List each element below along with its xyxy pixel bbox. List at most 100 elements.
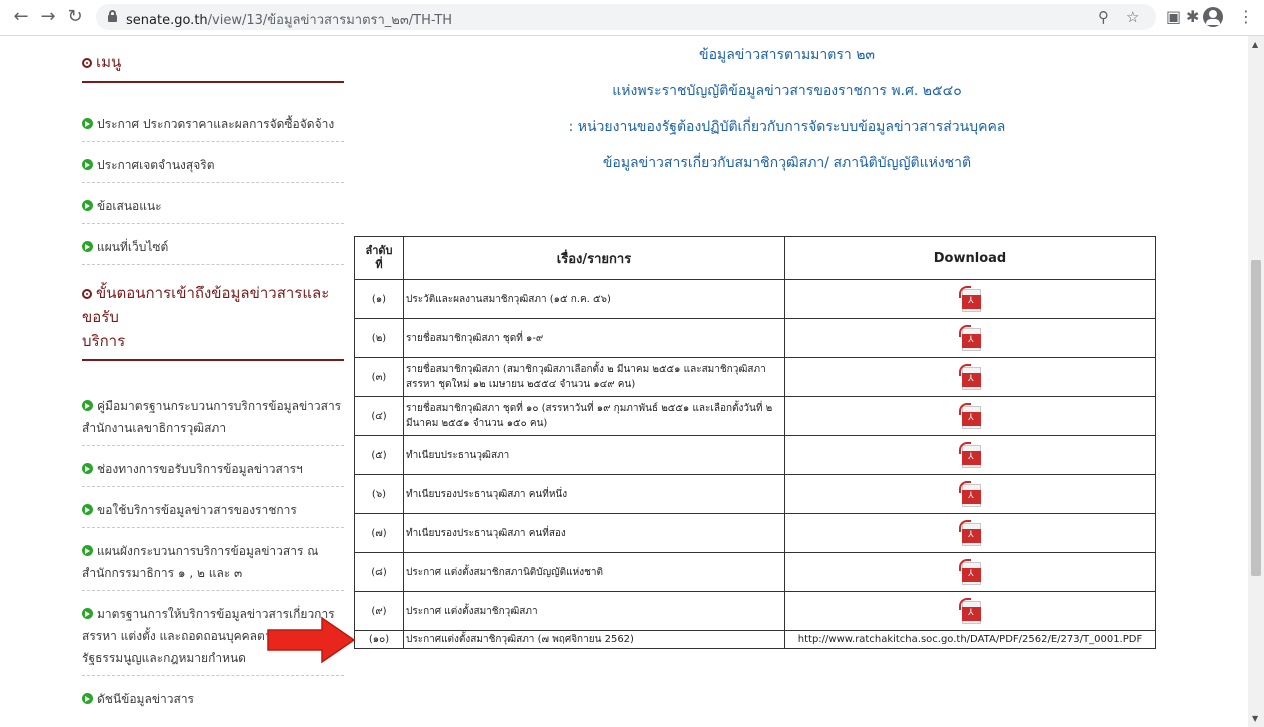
vertical-scrollbar[interactable]: ▲ ▼ [1248, 36, 1264, 727]
info-table: ลำดับ ที่ เรื่อง/รายการ Download (๑) ประวั… [354, 236, 1156, 649]
row-title[interactable]: ประกาศ แต่งตั้งสมาชิกวุฒิสภา [403, 591, 785, 631]
pdf-file-icon[interactable]: ⅄ [959, 442, 981, 468]
red-arrow-icon [267, 616, 356, 664]
row-title[interactable]: ทำเนียบรองประธานวุฒิสภา คนที่สอง [403, 513, 785, 553]
page-subtitle: แห่งพระราชบัญญัติข้อมูลข่าวสารของราชการ … [612, 83, 962, 99]
green-arrow-icon [82, 118, 93, 129]
green-arrow-icon [82, 693, 93, 704]
browser-toolbar: ← → ↻ senate.go.th/view/13/ข้อมูลข่าวสาร… [0, 0, 1264, 36]
download-cell: ⅄ [784, 357, 1156, 397]
green-arrow-icon [82, 241, 93, 252]
download-link[interactable]: http://www.ratchakitcha.soc.go.th/DATA/P… [784, 630, 1156, 649]
puzzle-extensions-icon[interactable]: ✱ [1186, 6, 1199, 28]
scrollbar-thumb[interactable] [1251, 260, 1261, 576]
row-number: (๕) [354, 435, 404, 475]
sidebar-item-service-manual[interactable]: คู่มือมาตรฐานกระบวนการบริการข้อมูลข่าวสา… [82, 383, 344, 446]
row-title[interactable]: รายชื่อสมาชิกวุฒิสภา ชุดที่ ๑๐ (สรรหาวัน… [403, 396, 785, 436]
row-number: (๘) [354, 552, 404, 592]
table-row: (๖) ทำเนียบรองประธานวุฒิสภา คนที่หนึ่ง ⅄ [354, 474, 1156, 514]
download-cell: ⅄ [784, 513, 1156, 553]
extension-icon[interactable]: ▣ [1166, 6, 1181, 28]
row-title[interactable]: ทำเนียบรองประธานวุฒิสภา คนที่หนึ่ง [403, 474, 785, 514]
row-number: (๙) [354, 591, 404, 631]
zoom-icon[interactable]: ⚲ [1098, 9, 1109, 25]
pdf-file-icon[interactable]: ⅄ [959, 559, 981, 585]
row-number: (๗) [354, 513, 404, 553]
download-cell: ⅄ [784, 552, 1156, 592]
sidebar-item-suggestions[interactable]: ข้อเสนอแนะ [82, 183, 344, 224]
sidebar-item-sitemap[interactable]: แผนที่เว็บไซต์ [82, 224, 344, 265]
green-arrow-icon [82, 545, 93, 556]
pdf-file-icon[interactable]: ⅄ [959, 481, 981, 507]
table-body: (๑) ประวัติและผลงานสมาชิกวุฒิสภา (๑๕ ก.ค.… [354, 279, 1156, 649]
page-subtitle: : หน่วยงานของรัฐต้องปฏิบัติเกี่ยวกับการจ… [568, 119, 1006, 135]
reload-icon[interactable]: ↻ [64, 6, 86, 28]
page-subtitle: ข้อมูลข่าวสารเกี่ยวกับสมาชิกวุฒิสภา/ สภา… [602, 155, 972, 171]
section-heading: ขั้นตอนการเข้าถึงข้อมูลข่าวสารและขอรับ บ… [82, 281, 344, 361]
address-bar[interactable]: senate.go.th/view/13/ข้อมูลข่าวสารมาตรา_… [96, 4, 1156, 30]
column-header-seq: ลำดับ ที่ [354, 236, 404, 280]
download-cell: ⅄ [784, 318, 1156, 358]
url-text[interactable]: senate.go.th/view/13/ข้อมูลข่าวสารมาตรา_… [126, 9, 452, 30]
green-arrow-icon [82, 159, 93, 170]
green-arrow-icon [82, 504, 93, 515]
row-title[interactable]: รายชื่อสมาชิกวุฒิสภา ชุดที่ ๑-๙ [403, 318, 785, 358]
table-row: (๒) รายชื่อสมาชิกวุฒิสภา ชุดที่ ๑-๙ ⅄ [354, 318, 1156, 358]
table-row: (๙) ประกาศ แต่งตั้งสมาชิกวุฒิสภา ⅄ [354, 591, 1156, 631]
profile-avatar-icon[interactable] [1203, 7, 1223, 27]
table-row: (๗) ทำเนียบรองประธานวุฒิสภา คนที่สอง ⅄ [354, 513, 1156, 553]
forward-icon[interactable]: → [37, 6, 59, 28]
scroll-down-icon[interactable]: ▼ [1252, 714, 1258, 723]
target-circle-icon [82, 289, 92, 299]
scroll-up-icon[interactable]: ▲ [1252, 40, 1258, 49]
pdf-file-icon[interactable]: ⅄ [959, 364, 981, 390]
green-arrow-icon [82, 463, 93, 474]
download-cell: ⅄ [784, 396, 1156, 436]
column-header-title: เรื่อง/รายการ [403, 236, 785, 280]
table-row: (๕) ทำเนียบประธานวุฒิสภา ⅄ [354, 435, 1156, 475]
table-row: (๑๐) ประกาศแต่งตั้งสมาชิกวุฒิสภา (๗ พฤศจิ… [354, 630, 1156, 649]
table-header-row: ลำดับ ที่ เรื่อง/รายการ Download [354, 236, 1156, 280]
sidebar-item-integrity[interactable]: ประกาศเจตจำนงสุจริต [82, 142, 344, 183]
pdf-file-icon[interactable]: ⅄ [959, 598, 981, 624]
row-number: (๖) [354, 474, 404, 514]
page-title: ข้อมูลข่าวสารตามมาตรา ๒๓ [699, 47, 875, 63]
row-number: (๓) [354, 357, 404, 397]
table-row: (๓) รายชื่อสมาชิกวุฒิสภา (สมาชิกวุฒิสภาเล… [354, 357, 1156, 397]
table-row: (๑) ประวัติและผลงานสมาชิกวุฒิสภา (๑๕ ก.ค.… [354, 279, 1156, 319]
sidebar-item-index[interactable]: ดัชนีข้อมูลข่าวสาร [82, 676, 344, 716]
back-icon[interactable]: ← [10, 6, 32, 28]
sidebar-item-service-channels[interactable]: ช่องทางการขอรับบริการข้อมูลข่าวสารฯ [82, 446, 344, 487]
sidebar: เมนู ประกาศ ประกวดราคาและผลการจัดซื้อจัด… [82, 36, 344, 716]
pdf-file-icon[interactable]: ⅄ [959, 520, 981, 546]
green-arrow-icon [82, 200, 93, 211]
pdf-file-icon[interactable]: ⅄ [959, 286, 981, 312]
bookmark-star-icon[interactable]: ☆ [1126, 9, 1139, 25]
table-row: (๘) ประกาศ แต่งตั้งสมาชิกสภานิติบัญญัติแห… [354, 552, 1156, 592]
row-number: (๒) [354, 318, 404, 358]
sidebar-item-procurement[interactable]: ประกาศ ประกวดราคาและผลการจัดซื้อจัดจ้าง [82, 101, 344, 142]
row-title[interactable]: ประวัติและผลงานสมาชิกวุฒิสภา (๑๕ ก.ค. ๕๖… [403, 279, 785, 319]
main-content: ข้อมูลข่าวสารตามมาตรา ๒๓ แห่งพระราชบัญญั… [354, 36, 1220, 649]
more-menu-icon[interactable]: ⋮ [1238, 6, 1254, 28]
target-circle-icon [82, 58, 92, 68]
row-title[interactable]: ประกาศแต่งตั้งสมาชิกวุฒิสภา (๗ พฤศจิกายน… [403, 630, 785, 649]
row-title[interactable]: ทำเนียบประธานวุฒิสภา [403, 435, 785, 475]
menu-heading: เมนู [82, 50, 344, 83]
column-header-download: Download [784, 236, 1156, 280]
sidebar-item-request-service[interactable]: ขอใช้บริการข้อมูลข่าวสารของราชการ [82, 487, 344, 528]
green-arrow-icon [82, 400, 93, 411]
pdf-file-icon[interactable]: ⅄ [959, 325, 981, 351]
row-title[interactable]: ประกาศ แต่งตั้งสมาชิกสภานิติบัญญัติแห่งช… [403, 552, 785, 592]
table-row: (๔) รายชื่อสมาชิกวุฒิสภา ชุดที่ ๑๐ (สรรหา… [354, 396, 1156, 436]
download-cell: ⅄ [784, 435, 1156, 475]
download-cell: ⅄ [784, 591, 1156, 631]
download-cell: ⅄ [784, 474, 1156, 514]
green-arrow-icon [82, 608, 93, 619]
pdf-file-icon[interactable]: ⅄ [959, 403, 981, 429]
row-number: (๑) [354, 279, 404, 319]
lock-icon[interactable] [108, 10, 117, 22]
row-number: (๔) [354, 396, 404, 436]
row-title[interactable]: รายชื่อสมาชิกวุฒิสภา (สมาชิกวุฒิสภาเลือก… [403, 357, 785, 397]
sidebar-item-process-chart[interactable]: แผนผังกระบวนการบริการข้อมูลข่าวสาร ณสำนั… [82, 528, 344, 591]
